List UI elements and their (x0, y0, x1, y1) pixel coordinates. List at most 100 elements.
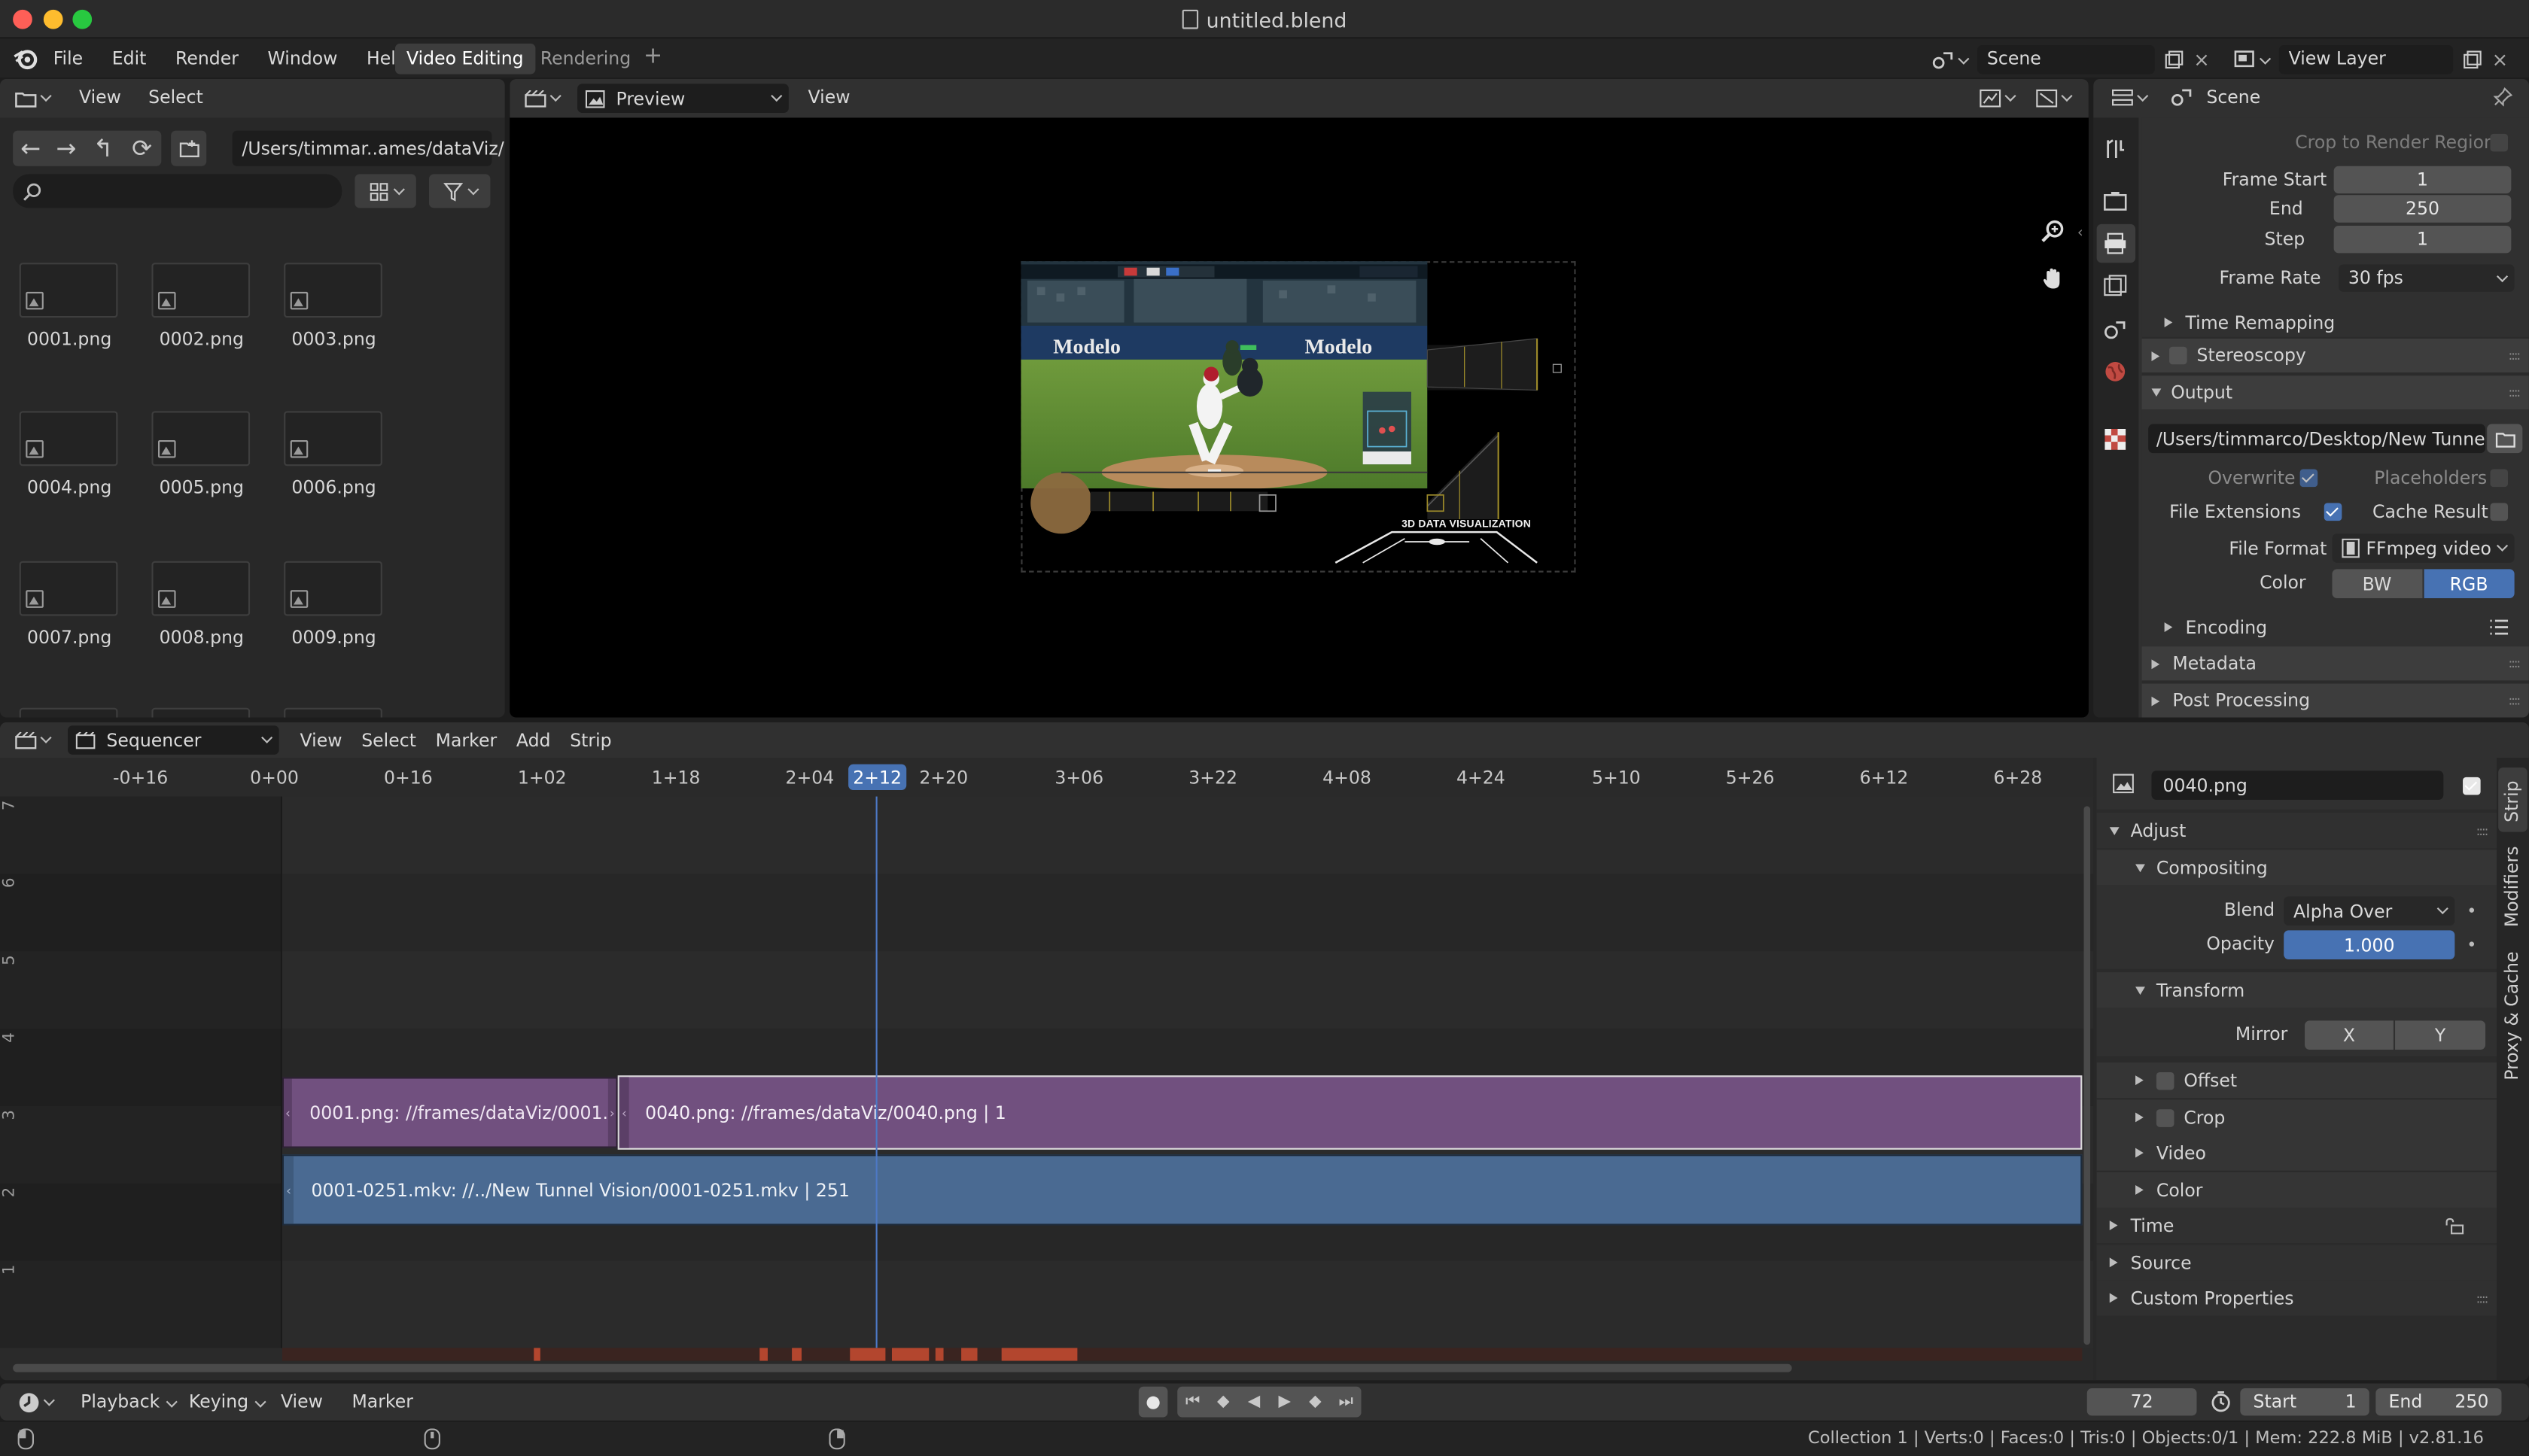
blender-logo-icon[interactable] (13, 45, 38, 71)
jump-to-end-icon[interactable]: ⏭ (1331, 1393, 1362, 1411)
time-panel-header[interactable]: Time (2096, 1207, 2497, 1244)
tab-strip[interactable]: Strip (2501, 780, 2522, 822)
opacity-slider[interactable]: 1.000 (2284, 930, 2455, 959)
sequencer-menu-view[interactable]: View (291, 730, 352, 751)
movie-strip[interactable]: ‹ 0001-0251.mkv: //../New Tunnel Vision/… (282, 1154, 2083, 1226)
opacity-keyframe-dot-icon[interactable] (2469, 941, 2475, 947)
image-strip-0001[interactable]: ‹ 0001.png: //frames/dataViz/0001. › (282, 1077, 618, 1148)
drag-handle-icon[interactable]: :::: (2509, 348, 2521, 363)
frame-end-field[interactable]: 250 (2333, 195, 2512, 223)
preview-range-stopwatch-icon[interactable] (2210, 1390, 2232, 1412)
overwrite-checkbox[interactable] (2299, 469, 2318, 488)
video-subpanel-header[interactable]: Video (2096, 1135, 2497, 1171)
offset-checkbox[interactable] (2156, 1071, 2174, 1090)
current-frame-badge[interactable]: 2+12 (848, 764, 907, 790)
tab-proxy-cache[interactable]: Proxy & Cache (2501, 951, 2522, 1080)
source-panel-header[interactable]: Source (2096, 1245, 2497, 1281)
image-strip-0040-selected[interactable]: ‹ 0040.png: //frames/dataViz/0040.png | … (617, 1075, 2083, 1150)
drag-handle-icon[interactable]: :::: (2509, 693, 2521, 707)
scene-name-field[interactable]: Scene (1977, 44, 2155, 74)
offset-subpanel-header[interactable]: Offset (2096, 1062, 2497, 1099)
world-tab-icon[interactable] (2103, 360, 2127, 384)
vertical-scrollbar[interactable] (2083, 806, 2091, 1345)
strip-right-handle[interactable]: › (608, 1078, 616, 1147)
stereoscopy-panel-header[interactable]: Stereoscopy :::: (2141, 338, 2529, 372)
strip-name-field[interactable]: 0040.png (2151, 771, 2444, 800)
new-scene-icon[interactable] (2161, 49, 2187, 68)
blend-mode-dropdown[interactable]: Alpha Over (2284, 896, 2455, 926)
strip-mute-checkbox[interactable] (2463, 777, 2481, 795)
crop-to-render-region-checkbox[interactable] (2490, 133, 2509, 152)
start-frame-field[interactable]: Start 1 (2240, 1388, 2369, 1416)
scene-selector[interactable]: Scene × (1931, 44, 2221, 74)
display-mode-button[interactable] (355, 174, 416, 208)
pin-icon[interactable] (2493, 87, 2513, 107)
timeline-menu-playback[interactable]: Playback (71, 1391, 163, 1412)
new-folder-button[interactable] (171, 130, 207, 166)
sequencer-menu-select[interactable]: Select (352, 730, 425, 751)
mirror-y-button[interactable]: Y (2395, 1020, 2486, 1050)
strip-left-handle[interactable]: ‹ (619, 1077, 629, 1148)
view-mode-dropdown[interactable]: Preview (577, 84, 789, 113)
mirror-x-button[interactable]: X (2305, 1020, 2394, 1050)
record-button[interactable] (1138, 1386, 1168, 1418)
color-bw-button[interactable]: BW (2332, 569, 2422, 598)
time-remapping-subpanel[interactable]: Time Remapping (2164, 309, 2335, 335)
timeline-menu-keying[interactable]: Keying (189, 1391, 251, 1412)
drag-handle-icon[interactable]: :::: (2476, 823, 2489, 837)
properties-editor-type-menu[interactable] (2110, 84, 2149, 113)
scene-tab-icon[interactable] (2103, 318, 2127, 340)
delete-scene-icon[interactable]: × (2193, 47, 2210, 70)
strip-left-handle[interactable]: ‹ (284, 1078, 292, 1147)
pan-hand-icon[interactable] (2035, 261, 2071, 296)
tab-modifiers[interactable]: Modifiers (2501, 847, 2522, 928)
frame-step-field[interactable]: 1 (2333, 225, 2512, 254)
view-layer-tab-icon[interactable] (2103, 274, 2127, 296)
file-format-dropdown[interactable]: FFmpeg video (2332, 533, 2515, 563)
file-browser-menu-view[interactable]: View (79, 87, 121, 108)
preview-gizmo-toggle[interactable] (2034, 84, 2073, 113)
gizmo-collapse-chevron-icon[interactable]: ‹ (2077, 226, 2083, 242)
current-frame-field[interactable]: 72 (2086, 1388, 2197, 1416)
output-path-field[interactable]: /Users/timmarco/Desktop/New Tunnel .. (2148, 424, 2486, 454)
crop-subpanel-header[interactable]: Crop (2096, 1099, 2497, 1135)
tool-tab-icon[interactable] (2103, 137, 2127, 161)
crop-checkbox[interactable] (2156, 1108, 2174, 1126)
zoom-icon[interactable] (2035, 214, 2071, 250)
timeline-editor-type-menu[interactable] (16, 1388, 55, 1415)
render-tab-icon[interactable] (2103, 190, 2127, 211)
output-panel-header[interactable]: Output :::: (2141, 375, 2529, 410)
preview-overlay-toggle[interactable] (1977, 84, 2016, 113)
horizontal-scrollbar[interactable] (13, 1363, 1792, 1372)
play-reverse-icon[interactable]: ◀ (1239, 1393, 1270, 1411)
metadata-panel-header[interactable]: Metadata :::: (2141, 646, 2529, 681)
compositing-subpanel-header[interactable]: Compositing (2096, 850, 2497, 886)
forward-arrow-icon[interactable]: → (48, 134, 84, 163)
sequencer-menu-add[interactable]: Add (507, 730, 560, 751)
transform-subpanel-header[interactable]: Transform (2096, 972, 2497, 1008)
drag-handle-icon[interactable]: :::: (2509, 656, 2521, 670)
view-layer-selector[interactable]: View Layer × (2232, 44, 2523, 74)
drag-handle-icon[interactable]: :::: (2476, 1290, 2489, 1305)
jump-to-prev-keyframe-icon[interactable]: ◆ (1208, 1393, 1239, 1411)
directory-path-field[interactable]: /Users/timmar..ames/dataViz/ (232, 130, 504, 166)
sequencer-editor-type-menu[interactable] (13, 725, 52, 755)
frame-start-field[interactable]: 1 (2333, 166, 2512, 194)
custom-properties-panel-header[interactable]: Custom Properties :::: (2096, 1280, 2497, 1316)
presets-list-icon[interactable] (2488, 619, 2509, 637)
preview-menu-view[interactable]: View (808, 87, 851, 108)
stereoscopy-checkbox[interactable] (2169, 346, 2187, 365)
menu-render[interactable]: Render (161, 47, 254, 68)
sequencer-view-type-dropdown[interactable]: Sequencer (67, 725, 279, 755)
delete-view-layer-icon[interactable]: × (2492, 47, 2509, 70)
texture-tab-icon[interactable] (2104, 428, 2126, 450)
post-processing-panel-header[interactable]: Post Processing :::: (2141, 683, 2529, 718)
cache-result-checkbox[interactable] (2490, 503, 2509, 521)
lock-icon[interactable] (2445, 1217, 2464, 1235)
time-ruler[interactable] (0, 758, 2094, 797)
end-frame-field[interactable]: End 250 (2375, 1388, 2502, 1416)
new-view-layer-icon[interactable] (2460, 49, 2485, 68)
play-icon[interactable]: ▶ (1269, 1393, 1300, 1411)
file-browser-menu-select[interactable]: Select (148, 87, 203, 108)
blend-keyframe-dot-icon[interactable] (2469, 907, 2475, 913)
